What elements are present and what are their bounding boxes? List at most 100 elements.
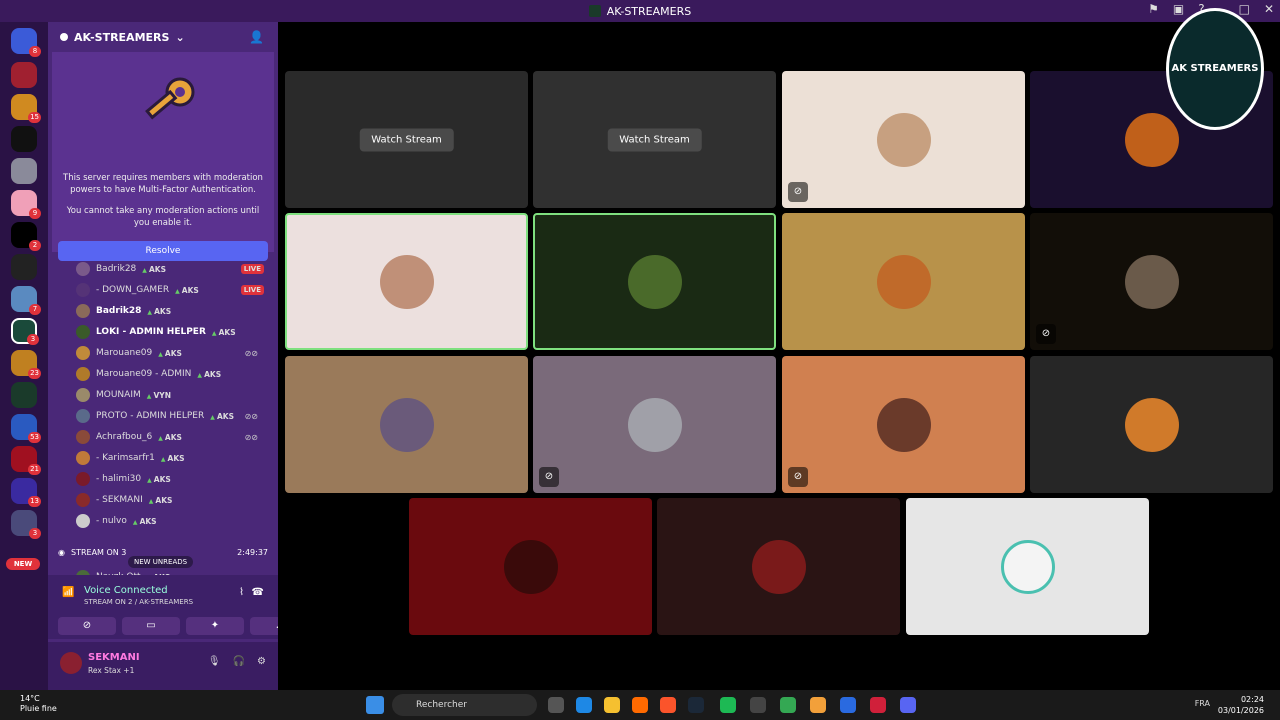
voice-member[interactable]: Badrik28 AKS LIVE [76, 260, 272, 278]
server-icon-active[interactable]: 3 [11, 318, 39, 345]
app-icon[interactable] [810, 697, 826, 713]
server-header[interactable]: AK-STREAMERS ⌄ 👤 [48, 22, 278, 52]
app-icon[interactable] [750, 697, 766, 713]
signal-icon[interactable]: 📶 [62, 587, 74, 598]
user-tile[interactable] [1030, 356, 1273, 493]
voice-member[interactable]: - DOWN_GAMER AKS LIVE [76, 281, 272, 299]
server-icon[interactable]: 7 [11, 286, 41, 315]
server-icon[interactable] [11, 62, 37, 88]
camera-off-button[interactable]: ⊘ [58, 617, 116, 635]
headphones-icon[interactable]: 🎧 [233, 656, 245, 667]
watch-stream-button[interactable]: Watch Stream [607, 128, 702, 151]
server-rail: 8 15 9 2 7 3 23 53 21 13 3 NEW [0, 22, 48, 690]
server-icon[interactable]: 53 [11, 414, 41, 443]
voice-member[interactable]: LOKI - ADMIN HELPER AKS [76, 323, 272, 341]
weather-widget[interactable]: 14°C Pluie fine [20, 694, 57, 714]
window-title: AK-STREAMERS [588, 5, 691, 18]
resolve-button[interactable]: Resolve [58, 241, 268, 261]
edge-icon[interactable] [576, 697, 592, 713]
server-icon[interactable] [11, 382, 37, 408]
avatar [76, 304, 90, 318]
user-tile[interactable] [409, 498, 652, 635]
server-icon[interactable]: 15 [11, 94, 41, 123]
voice-member[interactable]: PROTO - ADMIN HELPER AKS ⊘⊘ [76, 407, 272, 425]
start-button[interactable] [366, 696, 384, 714]
server-icon[interactable]: 3 [11, 510, 41, 539]
user-tile[interactable] [533, 213, 776, 350]
voice-member[interactable]: MOUNAIM VYN [76, 386, 272, 404]
clock[interactable]: 02:24 03/01/2026 [1218, 694, 1264, 716]
avatar [76, 325, 90, 339]
new-unreads-pill[interactable]: NEW UNREADS [128, 556, 194, 568]
user-tile[interactable]: ⊘ [533, 356, 776, 493]
app-icon[interactable] [870, 697, 886, 713]
mfa-notice: This server requires members with modera… [52, 52, 274, 261]
chrome-icon[interactable] [780, 697, 796, 713]
brave-icon[interactable] [660, 697, 676, 713]
watch-stream-button[interactable]: Watch Stream [359, 128, 454, 151]
user-tile[interactable] [782, 213, 1025, 350]
disconnect-icon[interactable]: ☎ [252, 587, 264, 598]
taskbar-search[interactable]: Rechercher [392, 694, 537, 716]
avatar [1124, 112, 1179, 167]
user-tile[interactable] [285, 356, 528, 493]
title-bar: AK-STREAMERS ⚑ ▣ ? – □ ✕ [0, 0, 1280, 22]
voice-member[interactable]: - halimi30 AKS [76, 470, 272, 488]
voice-member[interactable]: Badrik28 AKS [76, 302, 272, 320]
spotify-icon[interactable] [720, 697, 736, 713]
server-icon[interactable] [11, 158, 37, 184]
server-icon[interactable]: 9 [11, 190, 41, 219]
avatar [379, 397, 434, 452]
avatar[interactable] [60, 652, 82, 674]
voice-member[interactable]: Marouane09 - ADMIN AKS [76, 365, 272, 383]
server-icon[interactable]: 23 [11, 350, 41, 379]
server-icon[interactable]: 8 [11, 28, 41, 57]
voice-member[interactable]: Achrafbou_6 AKS ⊘⊘ [76, 428, 272, 446]
noise-suppression-icon[interactable]: ⌇ [239, 587, 244, 598]
channel-name: STREAM ON 3 [70, 547, 127, 557]
user-tile[interactable] [285, 213, 528, 350]
stream-tile[interactable]: Watch Stream [533, 71, 776, 208]
task-view-icon[interactable] [548, 697, 564, 713]
user-tile[interactable]: ⊘ [782, 356, 1025, 493]
avatar [76, 472, 90, 486]
close-button[interactable]: ✕ [1264, 2, 1274, 16]
user-tile[interactable]: ⊘ [1030, 213, 1273, 350]
tray-lang[interactable]: FRA [1195, 699, 1210, 708]
mention-badge: 23 [28, 368, 41, 379]
discord-window: AK-STREAMERS ⚑ ▣ ? – □ ✕ 8 15 9 2 7 3 23… [0, 0, 1280, 720]
microphone-icon[interactable]: 🎙 [208, 656, 221, 667]
member-tag: AKS [161, 454, 185, 463]
member-name: MOUNAIM [96, 390, 141, 400]
user-tile[interactable] [657, 498, 900, 635]
steam-icon[interactable] [688, 697, 704, 713]
server-icon[interactable] [11, 126, 37, 152]
user-tile[interactable] [906, 498, 1149, 635]
screen-icon[interactable]: ▣ [1173, 2, 1184, 16]
member-name: PROTO - ADMIN HELPER [96, 411, 205, 421]
invite-icon[interactable]: 👤 [249, 30, 264, 44]
server-icon[interactable]: 21 [11, 446, 41, 475]
voice-member[interactable]: - SEKMANI AKS [76, 491, 272, 509]
ak-streamers-logo: AK STREAMERS [1166, 8, 1264, 130]
mention-badge: 15 [28, 112, 41, 123]
voice-member[interactable]: Marouane09 AKS ⊘⊘ [76, 344, 272, 362]
voice-member[interactable]: - Karimsarfr1 AKS [76, 449, 272, 467]
user-tile[interactable]: ⊘ [782, 71, 1025, 208]
screen-share-button[interactable]: ▭ [122, 617, 180, 635]
gear-icon[interactable]: ⚙ [257, 656, 266, 667]
stream-tile[interactable]: Watch Stream [285, 71, 528, 208]
inbox-icon[interactable]: ⚑ [1148, 2, 1159, 16]
voice-member[interactable]: - nulvo AKS [76, 512, 272, 530]
server-icon[interactable]: 13 [11, 478, 41, 507]
maximize-button[interactable]: □ [1239, 2, 1250, 16]
server-icon[interactable] [11, 254, 37, 280]
discord-icon[interactable] [900, 697, 916, 713]
activities-button[interactable]: ✦ [186, 617, 244, 635]
firefox-icon[interactable] [632, 697, 648, 713]
app-icon[interactable] [840, 697, 856, 713]
new-pill[interactable]: NEW [6, 558, 40, 570]
voice-stage: Watch Stream Watch Stream ⊘ ⊘ ⊘ ⊘ [278, 22, 1280, 690]
server-icon[interactable]: 2 [11, 222, 41, 251]
file-explorer-icon[interactable] [604, 697, 620, 713]
